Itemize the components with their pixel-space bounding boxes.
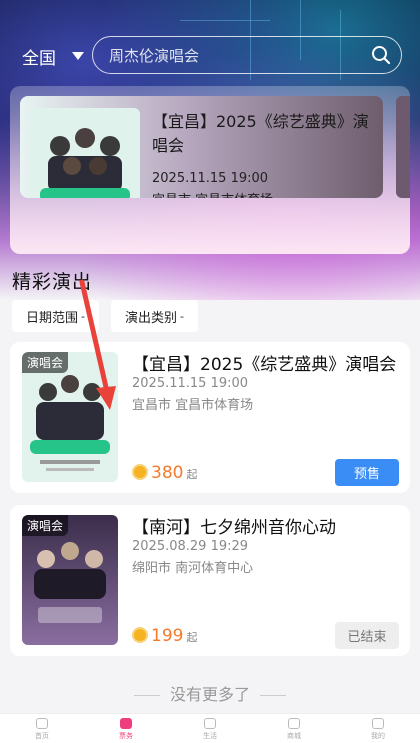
price-value: 380	[151, 463, 184, 483]
next-banner-peek[interactable]	[396, 96, 410, 198]
tab-label: 我的	[371, 732, 385, 740]
bag-icon	[288, 718, 300, 729]
price-value: 199	[151, 626, 184, 646]
dash-icon: -	[180, 309, 184, 323]
event-venue: 绵阳市 南河体育中心	[132, 561, 254, 576]
tab-label: 首页	[35, 732, 49, 740]
search-icon[interactable]	[371, 45, 391, 65]
featured-banner[interactable]: 【宜昌】2025《综艺盛典》演唱会 2025.11.15 19:00 宜昌市 宜…	[10, 86, 410, 254]
featured-venue: 宜昌市 宜昌市体育场	[152, 189, 273, 198]
section-title: 精彩演出	[12, 271, 93, 293]
profile-icon	[372, 718, 384, 729]
tab-label: 商城	[287, 732, 301, 740]
category-tag: 演唱会	[22, 352, 69, 373]
tab-tickets[interactable]: 票务	[84, 714, 168, 743]
region-label: 全国	[22, 48, 56, 69]
tab-mall[interactable]: 商城	[252, 714, 336, 743]
event-venue: 宜昌市 宜昌市体育场	[132, 398, 254, 413]
presale-button[interactable]: 预售	[335, 459, 399, 486]
date-range-filter[interactable]: 日期范围 -	[12, 300, 99, 332]
coin-icon	[132, 464, 148, 480]
event-title: 【南河】七夕绵州音你心动	[132, 518, 336, 538]
event-price: 380 起	[132, 462, 197, 483]
event-price: 199 起	[132, 625, 197, 646]
coin-icon	[132, 627, 148, 643]
event-card[interactable]: 演唱会 【宜昌】2025《综艺盛典》演唱会 2025.11.15 19:00 宜…	[10, 342, 410, 493]
top-bar: 全国 周杰伦演唱会	[0, 36, 420, 76]
tab-profile[interactable]: 我的	[336, 714, 420, 743]
bottom-tab-bar: 首页 票务 生活 商城 我的	[0, 713, 420, 743]
no-more-text: 没有更多了	[0, 681, 420, 705]
event-date: 2025.11.15 19:00	[132, 376, 249, 391]
ended-button[interactable]: 已结束	[335, 622, 399, 649]
region-selector[interactable]: 全国	[22, 44, 84, 69]
filter-label: 演出类别	[125, 310, 178, 326]
search-placeholder: 周杰伦演唱会	[109, 46, 200, 65]
ticket-icon	[120, 718, 132, 729]
event-poster: 演唱会	[22, 352, 118, 482]
search-input[interactable]: 周杰伦演唱会	[92, 36, 402, 74]
featured-poster	[30, 108, 140, 198]
featured-title: 【宜昌】2025《综艺盛典》演唱会	[152, 112, 369, 155]
category-tag: 演唱会	[22, 515, 69, 536]
featured-card[interactable]: 【宜昌】2025《综艺盛典》演唱会 2025.11.15 19:00 宜昌市 宜…	[20, 96, 383, 198]
chevron-down-icon	[72, 52, 84, 60]
tab-label: 票务	[119, 732, 133, 740]
cup-icon	[204, 718, 216, 729]
tab-label: 生活	[203, 732, 217, 740]
event-card[interactable]: 演唱会 【南河】七夕绵州音你心动 2025.08.29 19:29 绵阳市 南河…	[10, 505, 410, 656]
home-icon	[36, 718, 48, 729]
event-poster: 演唱会	[22, 515, 118, 645]
dash-icon: -	[81, 309, 85, 323]
event-title: 【宜昌】2025《综艺盛典》演唱会	[132, 355, 397, 375]
category-filter[interactable]: 演出类别 -	[111, 300, 198, 332]
filter-bar: 日期范围 - 演出类别 -	[12, 300, 198, 332]
tab-life[interactable]: 生活	[168, 714, 252, 743]
price-unit: 起	[186, 468, 198, 481]
event-date: 2025.08.29 19:29	[132, 539, 249, 554]
filter-label: 日期范围	[26, 310, 79, 326]
price-unit: 起	[186, 631, 198, 644]
featured-date: 2025.11.15 19:00	[152, 171, 269, 186]
tab-home[interactable]: 首页	[0, 714, 84, 743]
